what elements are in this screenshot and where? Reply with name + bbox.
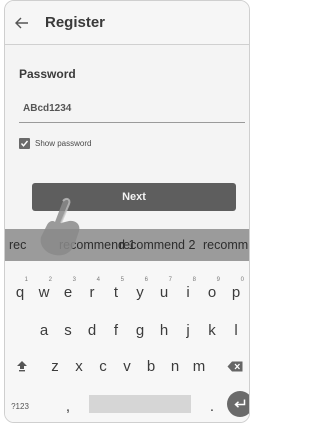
key-v[interactable]: v <box>116 351 138 381</box>
key-n[interactable]: n <box>164 351 186 381</box>
key-x[interactable]: x <box>68 351 90 381</box>
key-t[interactable]: t5 <box>105 277 127 307</box>
keyboard-row-2: a s d f g h j k l <box>5 315 249 345</box>
key-y[interactable]: y6 <box>129 277 151 307</box>
show-password-label: Show password <box>35 139 92 148</box>
keyboard-row-4: ?123 , . <box>5 391 249 421</box>
key-r[interactable]: r4 <box>81 277 103 307</box>
key-period[interactable]: . <box>201 391 223 421</box>
suggestion-3[interactable]: recomm <box>203 238 248 252</box>
key-m[interactable]: m <box>188 351 210 381</box>
show-password-checkbox[interactable] <box>19 138 30 149</box>
key-p[interactable]: p0 <box>225 277 247 307</box>
show-password-toggle[interactable]: Show password <box>19 138 91 149</box>
key-c[interactable]: c <box>92 351 114 381</box>
key-w[interactable]: w2 <box>33 277 55 307</box>
key-b[interactable]: b <box>140 351 162 381</box>
key-q[interactable]: q1 <box>9 277 31 307</box>
keyboard-row-3: z x c v b n m <box>5 351 249 381</box>
key-z[interactable]: z <box>44 351 66 381</box>
key-i[interactable]: i8 <box>177 277 199 307</box>
key-comma[interactable]: , <box>57 391 79 421</box>
shift-icon[interactable] <box>11 351 33 381</box>
app-bar: Register <box>5 1 249 45</box>
symbols-key[interactable]: ?123 <box>7 391 33 421</box>
space-key[interactable] <box>89 395 191 413</box>
key-u[interactable]: u7 <box>153 277 175 307</box>
key-s[interactable]: s <box>57 315 79 345</box>
phone-screen: Register Password ABcd1234 Show password… <box>4 0 250 423</box>
suggestion-prefix[interactable]: rec <box>9 238 26 252</box>
tap-gesture-hand-icon <box>33 191 103 261</box>
key-o[interactable]: o9 <box>201 277 223 307</box>
key-h[interactable]: h <box>153 315 175 345</box>
back-arrow-icon[interactable] <box>5 1 39 45</box>
key-g[interactable]: g <box>129 315 151 345</box>
backspace-icon[interactable] <box>224 351 246 381</box>
suggestion-2[interactable]: recommend 2 <box>119 238 195 252</box>
soft-keyboard: q1 w2 e3 r4 t5 y6 u7 i8 o9 p0 a s d f g … <box>5 261 249 422</box>
enter-icon[interactable] <box>227 391 249 417</box>
key-j[interactable]: j <box>177 315 199 345</box>
keyboard-row-1: q1 w2 e3 r4 t5 y6 u7 i8 o9 p0 <box>5 277 249 307</box>
key-l[interactable]: l <box>225 315 247 345</box>
password-field[interactable]: ABcd1234 <box>19 101 245 123</box>
key-d[interactable]: d <box>81 315 103 345</box>
key-f[interactable]: f <box>105 315 127 345</box>
key-k[interactable]: k <box>201 315 223 345</box>
page-title: Register <box>45 14 106 31</box>
password-label: Password <box>19 67 76 81</box>
key-e[interactable]: e3 <box>57 277 79 307</box>
key-a[interactable]: a <box>33 315 55 345</box>
